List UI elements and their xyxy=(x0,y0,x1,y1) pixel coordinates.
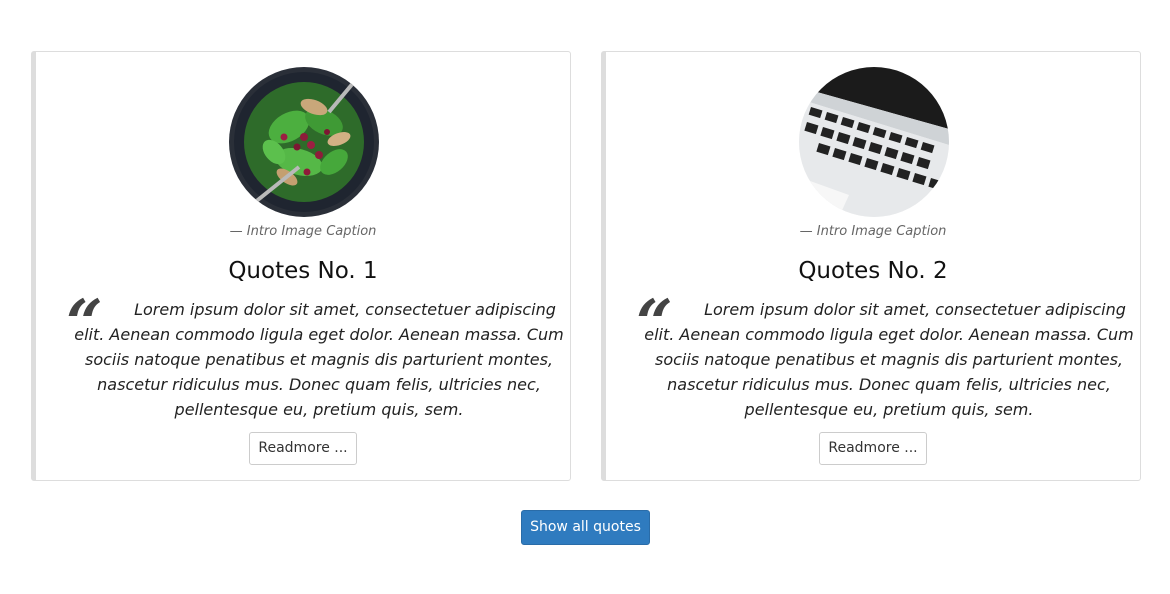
image-caption: — Intro Image Caption xyxy=(799,224,947,239)
laptop-keyboard-image xyxy=(799,67,949,217)
quote-title: Quotes No. 2 xyxy=(798,258,948,284)
quote-text: Lorem ipsum dolor sit amet, consectetuer… xyxy=(74,300,564,419)
salad-bowl-image xyxy=(229,67,379,217)
readmore-button[interactable]: Readmore ... xyxy=(819,432,927,465)
readmore-button[interactable]: Readmore ... xyxy=(249,432,357,465)
quote-title: Quotes No. 1 xyxy=(228,258,378,284)
quote-card-2: — Intro Image Caption Quotes No. 2 “ Lor… xyxy=(601,51,1141,481)
image-caption: — Intro Image Caption xyxy=(229,224,377,239)
show-all-quotes-button[interactable]: Show all quotes xyxy=(521,510,650,545)
quote-text: Lorem ipsum dolor sit amet, consectetuer… xyxy=(644,300,1134,419)
quote-card-1: — Intro Image Caption Quotes No. 1 “ Lor… xyxy=(31,51,571,481)
